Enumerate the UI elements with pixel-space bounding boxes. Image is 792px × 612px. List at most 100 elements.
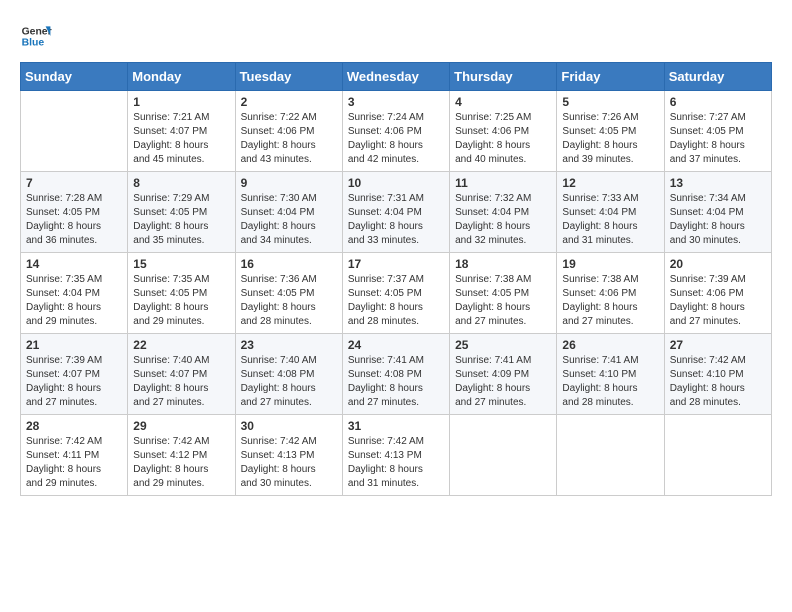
calendar-cell: 3 Sunrise: 7:24 AMSunset: 4:06 PMDaylight… (342, 91, 449, 172)
calendar-cell: 25 Sunrise: 7:41 AMSunset: 4:09 PMDayligh… (450, 334, 557, 415)
calendar-cell: 13 Sunrise: 7:34 AMSunset: 4:04 PMDayligh… (664, 172, 771, 253)
day-number: 24 (348, 338, 444, 352)
calendar-cell: 15 Sunrise: 7:35 AMSunset: 4:05 PMDayligh… (128, 253, 235, 334)
day-number: 20 (670, 257, 766, 271)
calendar-week-2: 7 Sunrise: 7:28 AMSunset: 4:05 PMDaylight… (21, 172, 772, 253)
day-info: Sunrise: 7:35 AMSunset: 4:04 PMDaylight:… (26, 273, 122, 329)
calendar-header-row: SundayMondayTuesdayWednesdayThursdayFrid… (21, 63, 772, 91)
calendar-week-1: 1 Sunrise: 7:21 AMSunset: 4:07 PMDaylight… (21, 91, 772, 172)
day-number: 2 (241, 95, 337, 109)
day-info: Sunrise: 7:28 AMSunset: 4:05 PMDaylight:… (26, 192, 122, 248)
calendar-cell: 4 Sunrise: 7:25 AMSunset: 4:06 PMDaylight… (450, 91, 557, 172)
day-number: 7 (26, 176, 122, 190)
day-number: 15 (133, 257, 229, 271)
day-info: Sunrise: 7:36 AMSunset: 4:05 PMDaylight:… (241, 273, 337, 329)
day-info: Sunrise: 7:42 AMSunset: 4:12 PMDaylight:… (133, 435, 229, 491)
day-info: Sunrise: 7:25 AMSunset: 4:06 PMDaylight:… (455, 111, 551, 167)
day-info: Sunrise: 7:22 AMSunset: 4:06 PMDaylight:… (241, 111, 337, 167)
weekday-header-wednesday: Wednesday (342, 63, 449, 91)
day-info: Sunrise: 7:30 AMSunset: 4:04 PMDaylight:… (241, 192, 337, 248)
calendar-week-5: 28Sunrise: 7:42 AMSunset: 4:11 PMDayligh… (21, 415, 772, 496)
day-info: Sunrise: 7:42 AMSunset: 4:13 PMDaylight:… (241, 435, 337, 491)
day-number: 22 (133, 338, 229, 352)
day-info: Sunrise: 7:21 AMSunset: 4:07 PMDaylight:… (133, 111, 229, 167)
calendar-cell: 6 Sunrise: 7:27 AMSunset: 4:05 PMDaylight… (664, 91, 771, 172)
calendar-cell: 9Sunrise: 7:30 AMSunset: 4:04 PMDaylight… (235, 172, 342, 253)
day-number: 19 (562, 257, 658, 271)
day-info: Sunrise: 7:42 AMSunset: 4:13 PMDaylight:… (348, 435, 444, 491)
calendar-cell: 31 Sunrise: 7:42 AMSunset: 4:13 PMDayligh… (342, 415, 449, 496)
calendar-cell: 2 Sunrise: 7:22 AMSunset: 4:06 PMDaylight… (235, 91, 342, 172)
calendar-cell: 16 Sunrise: 7:36 AMSunset: 4:05 PMDayligh… (235, 253, 342, 334)
day-info: Sunrise: 7:40 AMSunset: 4:08 PMDaylight:… (241, 354, 337, 410)
weekday-header-friday: Friday (557, 63, 664, 91)
day-number: 31 (348, 419, 444, 433)
day-number: 27 (670, 338, 766, 352)
day-number: 13 (670, 176, 766, 190)
calendar-cell: 21Sunrise: 7:39 AMSunset: 4:07 PMDayligh… (21, 334, 128, 415)
day-info: Sunrise: 7:29 AMSunset: 4:05 PMDaylight:… (133, 192, 229, 248)
weekday-header-monday: Monday (128, 63, 235, 91)
day-info: Sunrise: 7:41 AMSunset: 4:10 PMDaylight:… (562, 354, 658, 410)
calendar-cell: 8 Sunrise: 7:29 AMSunset: 4:05 PMDaylight… (128, 172, 235, 253)
calendar-cell: 20 Sunrise: 7:39 AMSunset: 4:06 PMDayligh… (664, 253, 771, 334)
calendar-cell: 17 Sunrise: 7:37 AMSunset: 4:05 PMDayligh… (342, 253, 449, 334)
weekday-header-tuesday: Tuesday (235, 63, 342, 91)
day-number: 16 (241, 257, 337, 271)
day-number: 5 (562, 95, 658, 109)
day-info: Sunrise: 7:39 AMSunset: 4:07 PMDaylight:… (26, 354, 122, 410)
day-number: 1 (133, 95, 229, 109)
calendar-cell: 24 Sunrise: 7:41 AMSunset: 4:08 PMDayligh… (342, 334, 449, 415)
day-number: 28 (26, 419, 122, 433)
day-info: Sunrise: 7:31 AMSunset: 4:04 PMDaylight:… (348, 192, 444, 248)
day-number: 17 (348, 257, 444, 271)
calendar-cell: 5Sunrise: 7:26 AMSunset: 4:05 PMDaylight… (557, 91, 664, 172)
day-number: 14 (26, 257, 122, 271)
weekday-header-thursday: Thursday (450, 63, 557, 91)
day-number: 4 (455, 95, 551, 109)
day-number: 23 (241, 338, 337, 352)
calendar-cell: 30 Sunrise: 7:42 AMSunset: 4:13 PMDayligh… (235, 415, 342, 496)
calendar-cell: 12 Sunrise: 7:33 AMSunset: 4:04 PMDayligh… (557, 172, 664, 253)
day-number: 30 (241, 419, 337, 433)
calendar-week-3: 14 Sunrise: 7:35 AMSunset: 4:04 PMDayligh… (21, 253, 772, 334)
calendar-cell: 28Sunrise: 7:42 AMSunset: 4:11 PMDayligh… (21, 415, 128, 496)
calendar-cell: 1 Sunrise: 7:21 AMSunset: 4:07 PMDaylight… (128, 91, 235, 172)
weekday-header-saturday: Saturday (664, 63, 771, 91)
calendar-cell: 11Sunrise: 7:32 AMSunset: 4:04 PMDayligh… (450, 172, 557, 253)
day-info: Sunrise: 7:41 AMSunset: 4:09 PMDaylight:… (455, 354, 551, 410)
day-info: Sunrise: 7:34 AMSunset: 4:04 PMDaylight:… (670, 192, 766, 248)
day-info: Sunrise: 7:33 AMSunset: 4:04 PMDaylight:… (562, 192, 658, 248)
calendar-cell: 29 Sunrise: 7:42 AMSunset: 4:12 PMDayligh… (128, 415, 235, 496)
day-number: 18 (455, 257, 551, 271)
day-info: Sunrise: 7:39 AMSunset: 4:06 PMDaylight:… (670, 273, 766, 329)
calendar-week-4: 21Sunrise: 7:39 AMSunset: 4:07 PMDayligh… (21, 334, 772, 415)
day-number: 8 (133, 176, 229, 190)
calendar-cell: 7 Sunrise: 7:28 AMSunset: 4:05 PMDaylight… (21, 172, 128, 253)
calendar-cell (664, 415, 771, 496)
calendar-cell: 18 Sunrise: 7:38 AMSunset: 4:05 PMDayligh… (450, 253, 557, 334)
day-number: 3 (348, 95, 444, 109)
calendar-cell: 19 Sunrise: 7:38 AMSunset: 4:06 PMDayligh… (557, 253, 664, 334)
logo-icon: General Blue (20, 20, 52, 52)
day-info: Sunrise: 7:38 AMSunset: 4:06 PMDaylight:… (562, 273, 658, 329)
day-number: 26 (562, 338, 658, 352)
day-info: Sunrise: 7:27 AMSunset: 4:05 PMDaylight:… (670, 111, 766, 167)
day-number: 6 (670, 95, 766, 109)
calendar-cell: 22Sunrise: 7:40 AMSunset: 4:07 PMDayligh… (128, 334, 235, 415)
day-info: Sunrise: 7:38 AMSunset: 4:05 PMDaylight:… (455, 273, 551, 329)
day-info: Sunrise: 7:37 AMSunset: 4:05 PMDaylight:… (348, 273, 444, 329)
day-number: 29 (133, 419, 229, 433)
day-info: Sunrise: 7:41 AMSunset: 4:08 PMDaylight:… (348, 354, 444, 410)
logo: General Blue (20, 20, 56, 52)
day-number: 25 (455, 338, 551, 352)
calendar-cell (21, 91, 128, 172)
calendar-cell (450, 415, 557, 496)
day-info: Sunrise: 7:42 AMSunset: 4:10 PMDaylight:… (670, 354, 766, 410)
calendar-cell: 27 Sunrise: 7:42 AMSunset: 4:10 PMDayligh… (664, 334, 771, 415)
calendar-cell (557, 415, 664, 496)
day-info: Sunrise: 7:35 AMSunset: 4:05 PMDaylight:… (133, 273, 229, 329)
calendar-cell: 26 Sunrise: 7:41 AMSunset: 4:10 PMDayligh… (557, 334, 664, 415)
day-info: Sunrise: 7:24 AMSunset: 4:06 PMDaylight:… (348, 111, 444, 167)
day-number: 12 (562, 176, 658, 190)
